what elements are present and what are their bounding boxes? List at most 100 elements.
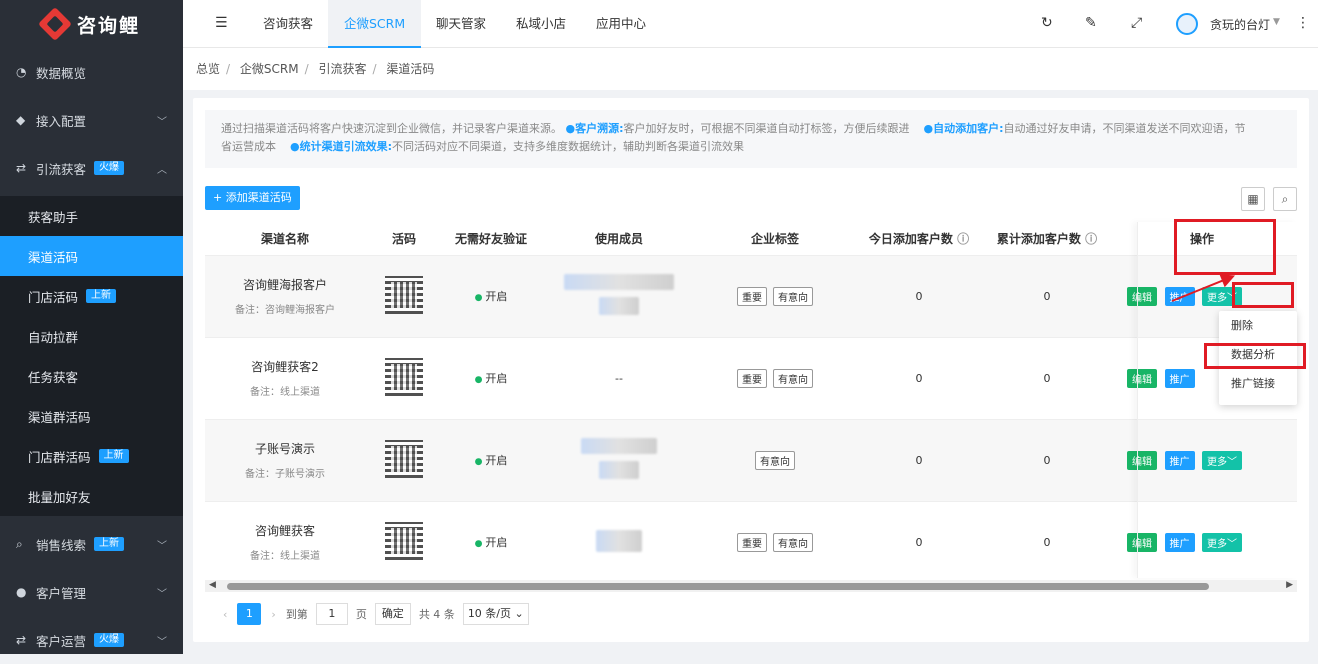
horizontal-scrollbar[interactable]: ◀ ▶	[205, 580, 1297, 592]
brand-logo[interactable]: 咨询鲤	[0, 0, 183, 48]
sidebar-item-sales-leads[interactable]: ⌕ 销售线索 上新 ﹀	[0, 520, 183, 568]
new-badge: 上新	[86, 289, 117, 303]
breadcrumb-current: 渠道活码	[386, 62, 435, 76]
table-row: 咨询鲤获客备注：线上渠道 开启 重要有意向 0 0 编辑 推广 更多﹀	[205, 501, 1297, 584]
column-header: 使用成员	[539, 222, 699, 256]
channel-code-table: 渠道名称 活码 无需好友验证 使用成员 企业标签 今日添加客户数 ⓘ 累计添加客…	[205, 222, 1297, 584]
qr-code-image[interactable]	[385, 439, 423, 478]
qr-code-image[interactable]	[385, 357, 423, 396]
search-icon: ⌕	[16, 536, 23, 551]
today-count: 0	[851, 501, 987, 584]
tab-chat-manager[interactable]: 聊天管家	[420, 0, 502, 48]
swap-icon: ⇄	[16, 633, 27, 647]
top-bar: ☰ 咨询获客 企微SCRM 聊天管家 私域小店 应用中心 ↻ ✎ ⤢ 贪玩的台灯…	[183, 0, 1318, 48]
sidebar-sub-task-acquisition[interactable]: 任务获客	[0, 356, 183, 396]
page-number-current[interactable]: 1	[237, 603, 262, 625]
total-count: 0	[987, 337, 1107, 420]
sidebar-sub-auto-group[interactable]: 自动拉群	[0, 316, 183, 356]
breadcrumb-item[interactable]: 总览	[196, 62, 220, 76]
member-avatar-blurred	[581, 438, 657, 454]
avatar[interactable]	[1176, 13, 1198, 35]
qr-code-image[interactable]	[385, 275, 423, 314]
highlight-box	[1232, 282, 1294, 308]
scrollbar-thumb[interactable]	[227, 583, 1209, 590]
tab-consult-acquisition[interactable]: 咨询获客	[247, 0, 329, 48]
total-count-label: 共 4 条	[418, 608, 455, 621]
prev-page-icon[interactable]: ‹	[223, 608, 227, 621]
sidebar: 咨询鲤 ◔ 数据概览 ◆ 接入配置 ﹀ ⇄ 引流获客 火爆 ︿ 获客助手 渠道活…	[0, 0, 183, 654]
verify-status: 开启	[475, 290, 508, 303]
today-count: 0	[851, 419, 987, 502]
info-icon[interactable]: ⓘ	[957, 232, 969, 246]
sidebar-item-overview[interactable]: ◔ 数据概览	[0, 48, 183, 96]
feature-notice: 通过扫描渠道活码将客户快速沉淀到企业微信，并记录客户渠道来源。 ●客户溯源:客户…	[205, 110, 1297, 168]
tag: 有意向	[773, 532, 813, 552]
tag: 有意向	[755, 450, 795, 470]
sidebar-sub-store-code[interactable]: 门店活码 上新	[0, 276, 183, 316]
table-row: 咨询鲤获客2备注：线上渠道 开启 -- 重要有意向 0 0 编辑 推广	[205, 337, 1297, 420]
tab-app-center[interactable]: 应用中心	[580, 0, 662, 48]
fullscreen-icon[interactable]: ⤢	[1131, 15, 1142, 31]
clear-cache-icon[interactable]: ✎	[1085, 15, 1097, 31]
tag: 重要	[737, 368, 767, 388]
tab-wecom-scrm[interactable]: 企微SCRM	[328, 0, 422, 48]
menu-toggle-icon[interactable]: ☰	[215, 15, 228, 31]
page-size-select[interactable]: 10 条/页 ⌄	[462, 603, 529, 625]
scroll-right-icon[interactable]: ▶	[1286, 580, 1293, 590]
sidebar-sub-store-group-code[interactable]: 门店群活码 上新	[0, 436, 183, 476]
goto-confirm-button[interactable]: 确定	[374, 603, 411, 625]
member-avatar-blurred	[599, 297, 639, 315]
pie-chart-icon: ◔	[16, 65, 27, 79]
sidebar-sub-bulk-add-friends[interactable]: 批量加好友	[0, 476, 183, 516]
user-name[interactable]: 贪玩的台灯	[1210, 16, 1270, 33]
brand-name: 咨询鲤	[76, 14, 140, 37]
tag: 有意向	[773, 368, 813, 388]
menu-item-delete[interactable]: 删除	[1219, 311, 1297, 340]
sidebar-sub-channel-code[interactable]: 渠道活码	[0, 236, 183, 276]
hot-badge: 火爆	[94, 161, 125, 175]
chevron-down-icon: ﹀	[157, 588, 167, 600]
hot-badge: 火爆	[94, 633, 125, 647]
scroll-left-icon[interactable]: ◀	[209, 580, 216, 590]
column-header: 活码	[365, 222, 443, 256]
goto-page-input[interactable]: 1	[315, 603, 348, 625]
chevron-up-icon: ︿	[157, 164, 167, 176]
sidebar-item-lead-gen[interactable]: ⇄ 引流获客 火爆 ︿	[0, 144, 183, 192]
search-icon[interactable]: ⌕	[1273, 187, 1297, 211]
tag: 有意向	[773, 286, 813, 306]
refresh-icon[interactable]: ↻	[1041, 15, 1053, 31]
swap-icon: ⇄	[16, 161, 27, 175]
members-cell: --	[539, 337, 699, 420]
qr-code-image[interactable]	[385, 521, 423, 560]
column-filter-icon[interactable]: ▦	[1241, 187, 1265, 211]
sidebar-item-access[interactable]: ◆ 接入配置 ﹀	[0, 96, 183, 144]
next-page-icon[interactable]: ›	[271, 608, 275, 621]
new-badge: 上新	[98, 449, 129, 463]
table-header: 渠道名称 活码 无需好友验证 使用成员 企业标签 今日添加客户数 ⓘ 累计添加客…	[205, 222, 1297, 256]
new-badge: 上新	[94, 537, 125, 551]
verify-status: 开启	[475, 372, 508, 385]
menu-item-promote-link[interactable]: 推广链接	[1219, 369, 1297, 398]
info-icon[interactable]: ⓘ	[1085, 232, 1097, 246]
column-header: 累计添加客户数 ⓘ	[987, 222, 1107, 256]
column-header: 无需好友验证	[443, 222, 539, 256]
verify-status: 开启	[475, 454, 508, 467]
total-count: 0	[987, 255, 1107, 338]
tag: 重要	[737, 532, 767, 552]
more-vertical-icon[interactable]: ⋮	[1296, 15, 1310, 31]
sidebar-item-customer-operation[interactable]: ⇄ 客户运营 火爆 ﹀	[0, 616, 183, 664]
breadcrumb-item[interactable]: 引流获客	[318, 62, 366, 76]
column-header: 今日添加客户数 ⓘ	[851, 222, 987, 256]
cube-icon: ◆	[16, 113, 26, 127]
table-row: 咨询鲤海报客户备注：咨询鲤海报客户 开启 重要有意向 0 0 编辑 推广 更多﹀	[205, 255, 1297, 338]
tab-private-shop[interactable]: 私域小店	[500, 0, 582, 48]
column-header: 企业标签	[699, 222, 851, 256]
main-content: 通过扫描渠道活码将客户快速沉淀到企业微信，并记录客户渠道来源。 ●客户溯源:客户…	[193, 98, 1309, 642]
sidebar-sub-channel-group-code[interactable]: 渠道群活码	[0, 396, 183, 436]
sidebar-item-customer-management[interactable]: ● 客户管理 ﹀	[0, 568, 183, 616]
member-avatar-blurred	[564, 274, 674, 290]
breadcrumb-item[interactable]: 企微SCRM	[240, 62, 299, 76]
sidebar-sub-acquisition-assistant[interactable]: 获客助手	[0, 196, 183, 236]
chevron-down-icon: ▼	[1273, 17, 1280, 27]
add-channel-code-button[interactable]: + 添加渠道活码	[205, 186, 300, 210]
